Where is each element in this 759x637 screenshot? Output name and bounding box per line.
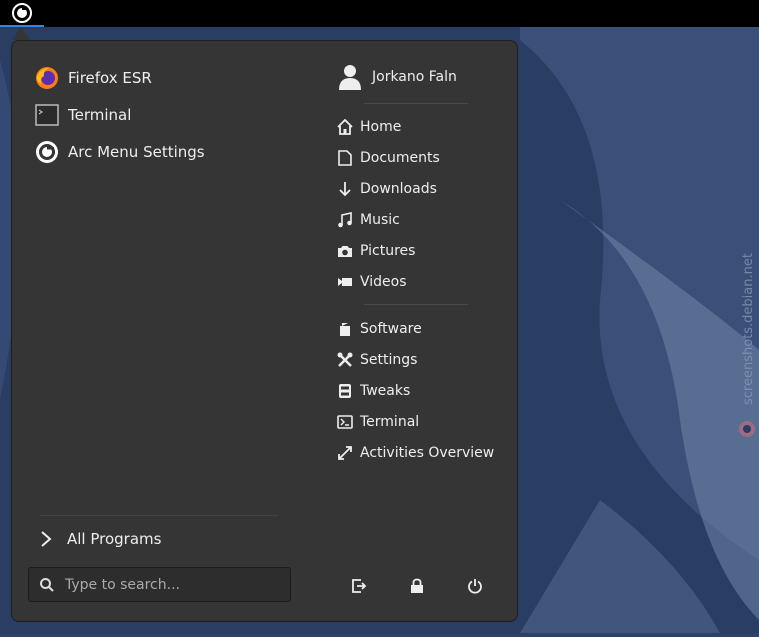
place-label: Documents — [360, 149, 440, 166]
chevron-right-icon — [40, 530, 60, 548]
system-settings[interactable]: Settings — [336, 344, 494, 375]
place-home[interactable]: Home — [336, 111, 440, 142]
system-list: Software Settings Tweaks Terminal Activi… — [336, 313, 494, 468]
tweaks-icon — [336, 382, 354, 400]
search-icon — [39, 577, 59, 593]
system-label: Settings — [360, 351, 418, 368]
favorite-label: Terminal — [68, 105, 132, 124]
firefox-icon — [34, 65, 60, 91]
music-icon — [336, 211, 354, 229]
place-label: Home — [360, 118, 402, 135]
user-name: Jorkano Faln — [372, 69, 457, 85]
favorite-label: Arc Menu Settings — [68, 142, 205, 161]
power-button[interactable] — [460, 571, 489, 600]
top-bar — [0, 0, 759, 27]
logout-icon — [351, 578, 366, 593]
download-icon — [336, 180, 354, 198]
arc-menu-icon — [34, 139, 60, 165]
menu-pointer — [12, 27, 30, 40]
software-icon — [336, 320, 354, 338]
document-icon — [336, 149, 354, 167]
favorites-list: Firefox ESR Terminal Arc Menu Settings — [34, 59, 284, 170]
video-icon — [336, 273, 354, 291]
settings-icon — [336, 351, 354, 369]
user-account[interactable]: Jorkano Faln — [338, 61, 457, 93]
camera-icon — [336, 242, 354, 260]
search-input[interactable] — [63, 575, 290, 594]
places-list: Home Documents Downloads Music Pictures — [336, 111, 440, 297]
terminal-icon — [336, 413, 354, 431]
all-programs-button[interactable]: All Programs — [40, 524, 161, 554]
search-box[interactable] — [28, 567, 291, 602]
system-label: Activities Overview — [360, 444, 495, 461]
arc-menu-button[interactable] — [0, 0, 44, 27]
watermark: screenshots.debian.net — [738, 200, 758, 440]
favorite-arc-menu-settings[interactable]: Arc Menu Settings — [34, 133, 284, 170]
favorite-terminal[interactable]: Terminal — [34, 96, 284, 133]
system-label: Tweaks — [360, 382, 411, 399]
system-terminal[interactable]: Terminal — [336, 406, 494, 437]
user-icon — [338, 64, 362, 90]
expand-icon — [336, 444, 354, 462]
system-label: Terminal — [360, 413, 420, 430]
arc-menu-panel: Firefox ESR Terminal Arc Menu Settings A… — [11, 40, 518, 622]
home-icon — [336, 118, 354, 136]
system-separator — [364, 304, 468, 305]
left-separator — [40, 515, 278, 516]
place-label: Downloads — [360, 180, 437, 197]
watermark-text: screenshots.debian.net — [741, 253, 756, 405]
session-buttons — [344, 571, 518, 600]
place-label: Music — [360, 211, 400, 228]
favorite-firefox[interactable]: Firefox ESR — [34, 59, 284, 96]
lock-button[interactable] — [402, 571, 431, 600]
place-label: Videos — [360, 273, 407, 290]
place-documents[interactable]: Documents — [336, 142, 440, 173]
system-activities-overview[interactable]: Activities Overview — [336, 437, 494, 468]
system-tweaks[interactable]: Tweaks — [336, 375, 494, 406]
system-label: Software — [360, 320, 422, 337]
place-videos[interactable]: Videos — [336, 266, 440, 297]
system-software[interactable]: Software — [336, 313, 494, 344]
logout-button[interactable] — [344, 571, 373, 600]
arc-menu-icon — [12, 2, 32, 23]
place-pictures[interactable]: Pictures — [336, 235, 440, 266]
terminal-app-icon — [34, 102, 60, 128]
place-label: Pictures — [360, 242, 416, 259]
places-separator — [364, 103, 468, 104]
place-music[interactable]: Music — [336, 204, 440, 235]
favorite-label: Firefox ESR — [68, 68, 152, 87]
lock-icon — [410, 578, 423, 593]
watermark-logo-inner — [743, 425, 751, 433]
power-icon — [467, 578, 482, 594]
all-programs-label: All Programs — [67, 530, 162, 548]
place-downloads[interactable]: Downloads — [336, 173, 440, 204]
